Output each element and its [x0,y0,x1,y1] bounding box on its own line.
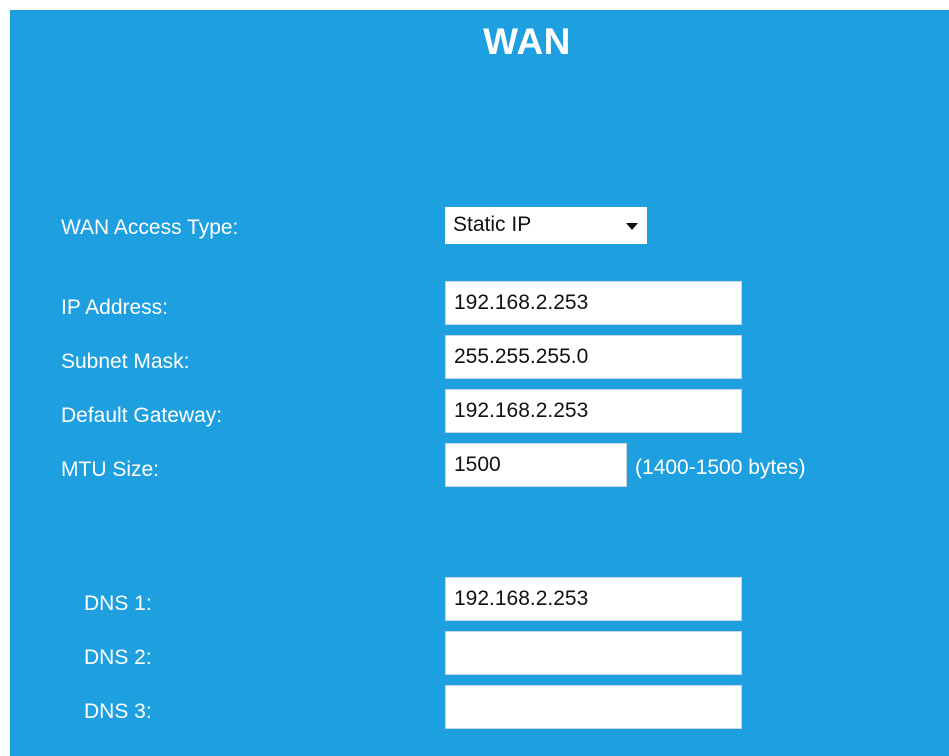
wan-settings-panel: WAN WAN Access Type: Static IP IP Addres… [10,10,949,756]
ip-address-label: IP Address: [61,296,169,319]
dns2-field[interactable] [445,631,742,675]
page-title: WAN [483,21,571,62]
subnet-mask-field[interactable] [445,335,742,379]
wan-access-type-label: WAN Access Type: [61,216,239,239]
wan-access-type-select[interactable]: Static IP [445,207,647,244]
wan-access-type-value: Static IP [453,213,532,236]
dns2-label: DNS 2: [84,646,152,669]
dns1-field[interactable] [445,577,742,621]
chevron-down-icon [626,223,638,230]
dns3-label: DNS 3: [84,700,152,723]
mtu-size-hint: (1400-1500 bytes) [635,456,806,479]
mtu-size-label: MTU Size: [61,458,160,481]
subnet-mask-label: Subnet Mask: [61,350,190,373]
default-gateway-field[interactable] [445,389,742,433]
dns1-label: DNS 1: [84,592,152,615]
ip-address-field[interactable] [445,281,742,325]
default-gateway-label: Default Gateway: [61,404,223,427]
dns3-field[interactable] [445,685,742,729]
mtu-size-field[interactable] [445,443,627,487]
